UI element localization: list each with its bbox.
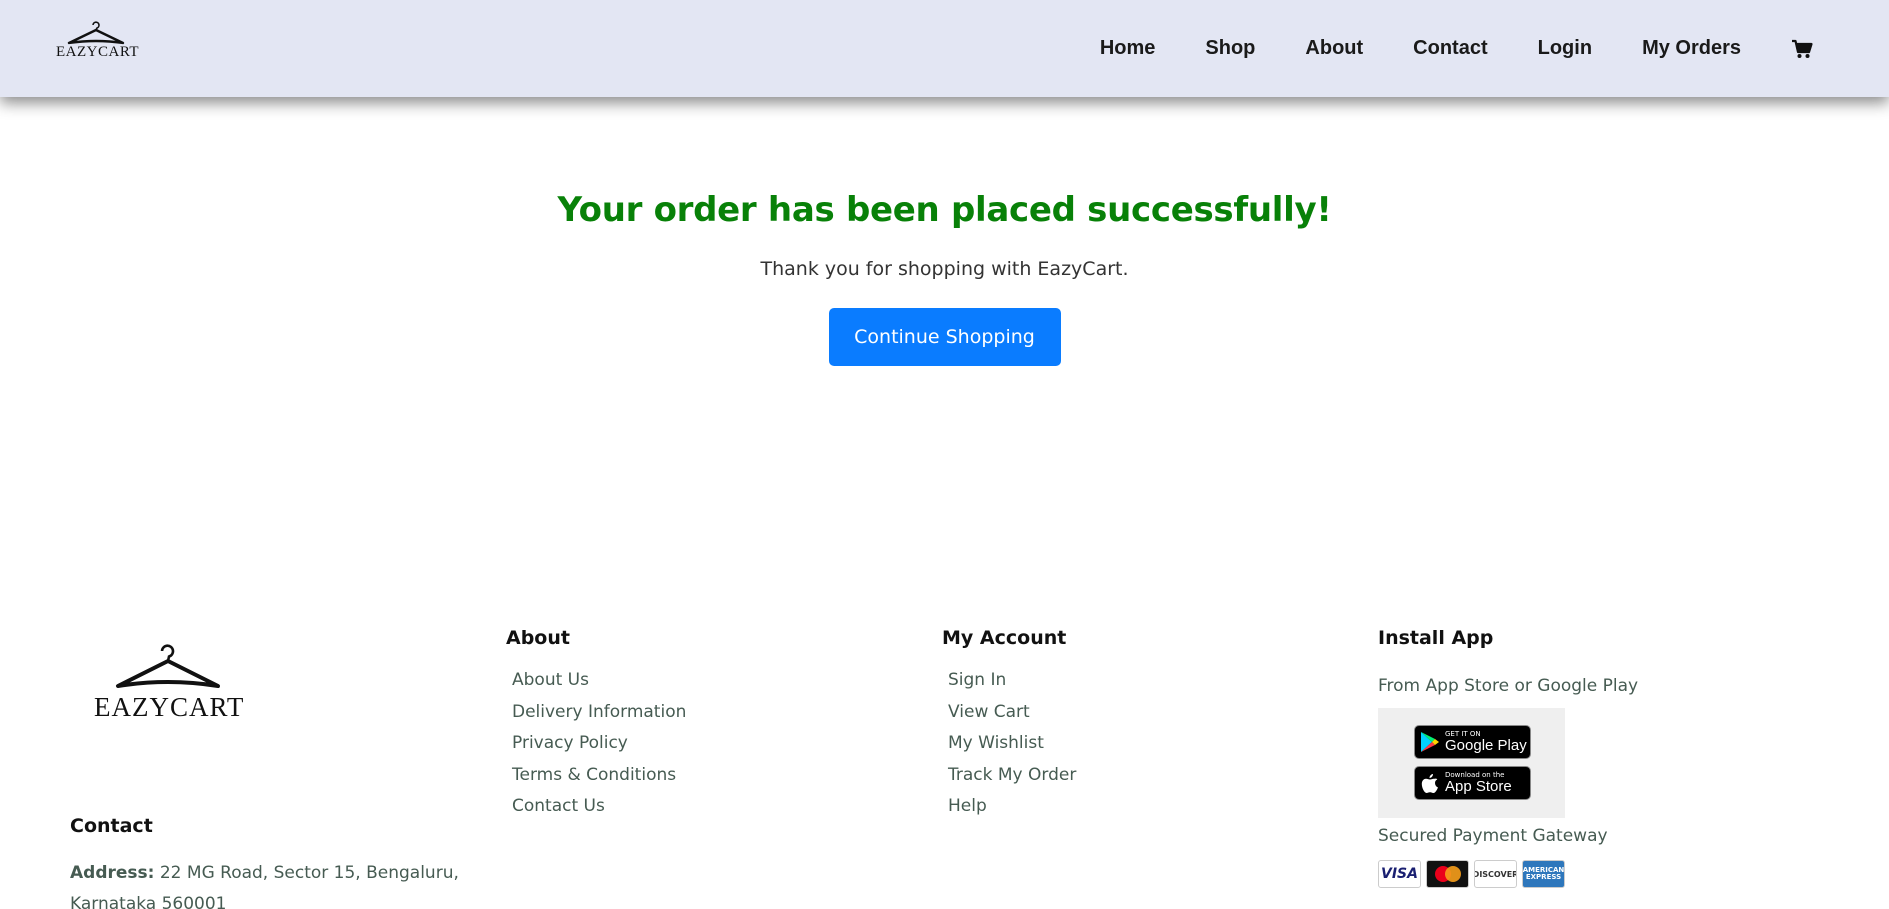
header-logo[interactable]: EAZYCART [56, 18, 140, 68]
about-heading: About [506, 627, 570, 649]
nav-login[interactable]: Login [1538, 37, 1592, 60]
footer-link-delivery-information[interactable]: Delivery Information [512, 697, 906, 729]
continue-shopping-button[interactable]: Continue Shopping [828, 308, 1061, 366]
footer-account-column: My Account Sign In View Cart My Wishlist… [942, 620, 1342, 823]
cart-icon[interactable] [1791, 38, 1813, 60]
footer-link-help[interactable]: Help [948, 791, 1342, 823]
order-confirmation: Your order has been placed successfully!… [0, 97, 1889, 366]
hanger-icon [67, 21, 125, 45]
account-heading: My Account [942, 627, 1067, 649]
address-label: Address: [70, 863, 155, 883]
footer-link-track-my-order[interactable]: Track My Order [948, 760, 1342, 792]
success-title: Your order has been placed successfully! [557, 190, 1332, 230]
nav-shop[interactable]: Shop [1205, 37, 1255, 60]
secured-payment-text: Secured Payment Gateway [1378, 826, 1608, 846]
thank-you-text: Thank you for shopping with EazyCart. [760, 258, 1129, 280]
footer-link-privacy-policy[interactable]: Privacy Policy [512, 728, 906, 760]
nav-contact[interactable]: Contact [1413, 37, 1487, 60]
install-description: From App Store or Google Play [1378, 676, 1639, 696]
apple-icon [1415, 773, 1445, 794]
footer-about-column: About About Us Delivery Information Priv… [506, 620, 906, 823]
mastercard-icon [1426, 860, 1469, 888]
contact-heading: Contact [70, 815, 153, 837]
nav-my-orders[interactable]: My Orders [1642, 37, 1741, 60]
footer-link-my-wishlist[interactable]: My Wishlist [948, 728, 1342, 760]
app-store-big-text: App Store [1445, 778, 1512, 795]
google-play-button[interactable]: GET IT ON Google Play [1414, 725, 1531, 759]
header-logo-text: EAZYCART [56, 44, 140, 60]
nav-about[interactable]: About [1305, 37, 1363, 60]
visa-card-icon: VISA [1378, 860, 1421, 888]
app-store-button[interactable]: Download on the App Store [1414, 766, 1531, 800]
footer-install-column: Install App From App Store or Google Pla… [1378, 620, 1828, 888]
main-nav: Home Shop About Contact Login My Orders [1100, 0, 1889, 97]
footer-link-view-cart[interactable]: View Cart [948, 697, 1342, 729]
footer-logo[interactable]: EAZYCART [94, 640, 245, 723]
install-heading: Install App [1378, 627, 1494, 649]
google-play-icon [1415, 731, 1445, 753]
google-play-big-text: Google Play [1445, 737, 1527, 754]
footer-logo-text: EAZYCART [94, 692, 245, 722]
payment-cards: VISA DISCOVER AMERICAN EXPRESS [1378, 860, 1828, 888]
site-header: EAZYCART Home Shop About Contact Login M… [0, 0, 1889, 97]
contact-address: Address: 22 MG Road, Sector 15, Bengalur… [70, 858, 510, 909]
footer-link-sign-in[interactable]: Sign In [948, 665, 1342, 697]
footer-link-about-us[interactable]: About Us [512, 665, 906, 697]
nav-home[interactable]: Home [1100, 37, 1156, 60]
store-badges: GET IT ON Google Play Download on the Ap… [1378, 708, 1565, 818]
footer-link-contact-us[interactable]: Contact Us [512, 791, 906, 823]
footer-link-terms-conditions[interactable]: Terms & Conditions [512, 760, 906, 792]
amex-card-icon: AMERICAN EXPRESS [1522, 860, 1565, 888]
discover-card-icon: DISCOVER [1474, 860, 1517, 888]
hanger-icon [116, 644, 220, 688]
site-footer: EAZYCART Contact Address: 22 MG Road, Se… [0, 620, 1889, 909]
